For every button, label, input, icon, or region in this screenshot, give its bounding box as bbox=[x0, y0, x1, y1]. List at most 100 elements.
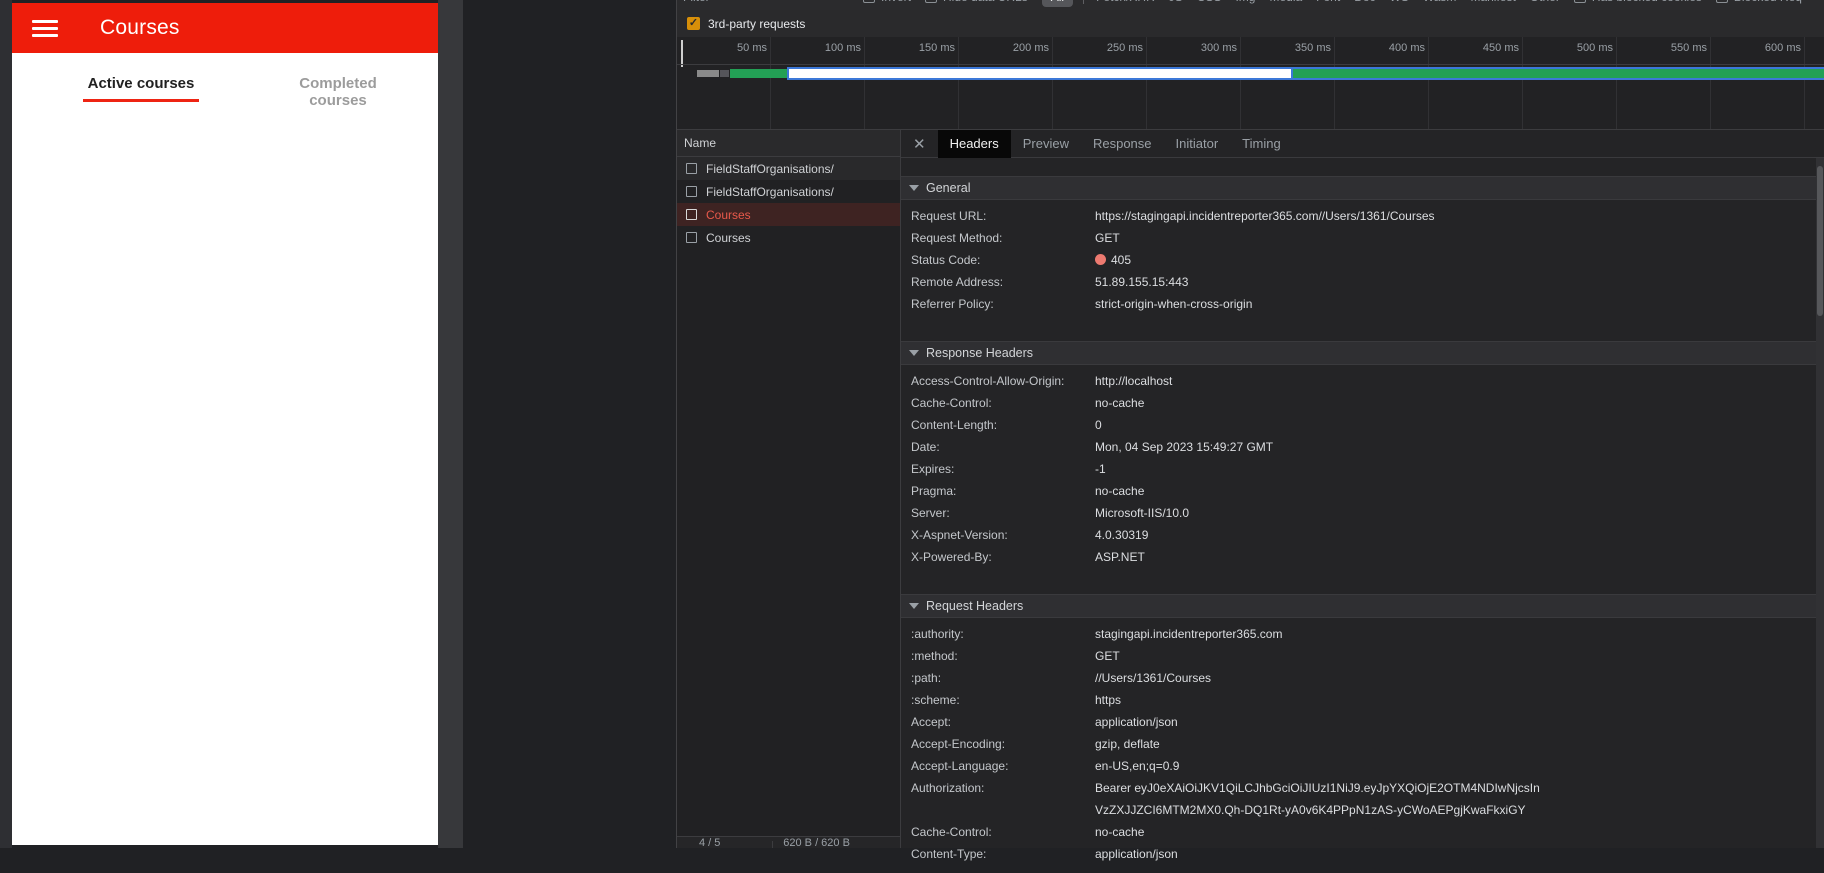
header-name: X-Aspnet-Version: bbox=[911, 528, 1008, 542]
app-header: Courses bbox=[12, 3, 438, 53]
tab-preview[interactable]: Preview bbox=[1011, 130, 1081, 158]
header-value: 405 bbox=[1095, 249, 1547, 271]
filter-type-manifest[interactable]: Manifest bbox=[1470, 0, 1515, 4]
header-name: Remote Address: bbox=[911, 275, 1004, 289]
tick-label: 250 ms bbox=[1106, 42, 1143, 54]
header-value: https bbox=[1095, 693, 1122, 707]
filter-type-wasm[interactable]: Wasm bbox=[1423, 0, 1457, 4]
waterfall-bar-gray bbox=[697, 70, 719, 77]
header-name: Status Code: bbox=[911, 253, 981, 267]
request-row[interactable]: FieldStaffOrganisations/ bbox=[677, 157, 900, 180]
header-row: :method: GET bbox=[901, 645, 1824, 667]
tab-headers[interactable]: Headers bbox=[937, 129, 1011, 158]
row-checkbox[interactable] bbox=[686, 232, 697, 243]
header-value: http://localhost bbox=[1095, 374, 1173, 388]
section-request-headers: Request Headers :authority: stagingapi.i… bbox=[901, 594, 1824, 873]
blocked-requests-label[interactable]: Blocked Req bbox=[1734, 0, 1802, 4]
tick-label: 150 ms bbox=[918, 42, 955, 54]
filter-type-ws[interactable]: WS bbox=[1390, 0, 1409, 4]
third-party-label[interactable]: 3rd-party requests bbox=[708, 17, 805, 31]
tab-timing[interactable]: Timing bbox=[1230, 130, 1293, 158]
header-name: Referrer Policy: bbox=[911, 297, 994, 311]
section-title: Response Headers bbox=[926, 346, 1034, 360]
blocked-requests-checkbox[interactable] bbox=[1715, 0, 1728, 3]
header-row: Accept: application/json bbox=[901, 711, 1824, 733]
row-checkbox[interactable] bbox=[686, 186, 697, 197]
header-value: strict-origin-when-cross-origin bbox=[1095, 297, 1253, 311]
header-name: Server: bbox=[911, 506, 950, 520]
invert-label[interactable]: Invert bbox=[881, 0, 911, 4]
filter-type-img[interactable]: Img bbox=[1235, 0, 1255, 4]
network-overview-timeline[interactable]: 50 ms 100 ms 150 ms 200 ms 250 ms 300 ms… bbox=[677, 37, 1824, 130]
filter-type-js[interactable]: JS bbox=[1169, 0, 1183, 4]
section-header[interactable]: Response Headers bbox=[901, 341, 1824, 365]
filter-type-other[interactable]: Other bbox=[1530, 0, 1560, 4]
has-blocked-cookies-checkbox[interactable] bbox=[1573, 0, 1586, 3]
tick-label: 450 ms bbox=[1482, 42, 1519, 54]
filter-type-font[interactable]: Font bbox=[1316, 0, 1340, 4]
header-value: Mon, 04 Sep 2023 15:49:27 GMT bbox=[1095, 440, 1274, 454]
status-error-dot-icon bbox=[1095, 254, 1106, 265]
header-value: gzip, deflate bbox=[1095, 737, 1160, 751]
details-scrollbar[interactable] bbox=[1816, 158, 1824, 848]
transferred-size: 620 B / 620 B transferred bbox=[783, 837, 850, 848]
filter-all-pill[interactable]: All bbox=[1041, 0, 1074, 7]
filter-type-media[interactable]: Media bbox=[1269, 0, 1302, 4]
header-name: Access-Control-Allow-Origin: bbox=[911, 374, 1065, 388]
tab-active-courses[interactable]: Active courses bbox=[83, 75, 199, 92]
header-name: :authority: bbox=[911, 627, 964, 641]
tab-completed-courses[interactable]: Completed courses bbox=[274, 75, 402, 109]
header-row: Status Code: 405 bbox=[901, 249, 1824, 271]
tab-response[interactable]: Response bbox=[1081, 130, 1164, 158]
request-row[interactable]: Courses bbox=[677, 226, 900, 249]
request-row-selected[interactable]: Courses bbox=[677, 203, 900, 226]
tick-label: 500 ms bbox=[1576, 42, 1613, 54]
tab-initiator[interactable]: Initiator bbox=[1164, 130, 1231, 158]
overview-start-tick bbox=[681, 40, 683, 67]
header-value: application/json bbox=[1095, 847, 1178, 861]
row-checkbox[interactable] bbox=[686, 163, 697, 174]
filter-type-doc[interactable]: Doc bbox=[1354, 0, 1375, 4]
filter-input[interactable]: Filter bbox=[683, 0, 863, 4]
header-value: 0 bbox=[1095, 418, 1102, 432]
header-row: Accept-Encoding: gzip, deflate bbox=[901, 733, 1824, 755]
header-row: Request Method: GET bbox=[901, 227, 1824, 249]
request-row[interactable]: FieldStaffOrganisations/ bbox=[677, 180, 900, 203]
hide-data-urls-label[interactable]: Hide data URLs bbox=[943, 0, 1028, 4]
header-name: :scheme: bbox=[911, 693, 960, 707]
request-name: FieldStaffOrganisations/ bbox=[706, 161, 834, 176]
header-row: Server: Microsoft-IIS/10.0 bbox=[901, 502, 1824, 524]
waterfall-bar-gray bbox=[720, 70, 729, 77]
header-row: Accept-Language: en-US,en;q=0.9 bbox=[901, 755, 1824, 777]
header-name: X-Powered-By: bbox=[911, 550, 992, 564]
row-checkbox[interactable] bbox=[686, 209, 697, 220]
chevron-down-icon bbox=[909, 350, 919, 356]
header-value: 4.0.30319 bbox=[1095, 528, 1149, 542]
devtools-network-panel: Filter Invert Hide data URLs All Fetch/X… bbox=[676, 0, 1824, 861]
section-header[interactable]: Request Headers bbox=[901, 594, 1824, 618]
chevron-down-icon bbox=[909, 185, 919, 191]
has-blocked-cookies-label[interactable]: Has blocked cookies bbox=[1592, 0, 1702, 4]
section-header[interactable]: General bbox=[901, 176, 1824, 200]
filter-type-fetch-xhr[interactable]: Fetch/XHR bbox=[1096, 0, 1155, 4]
filter-type-css[interactable]: CSS bbox=[1197, 0, 1222, 4]
request-name: Courses bbox=[706, 207, 751, 222]
header-name: Accept: bbox=[911, 715, 952, 729]
third-party-checkbox[interactable]: ✓ bbox=[687, 17, 700, 30]
hamburger-menu-icon[interactable] bbox=[32, 19, 58, 37]
invert-checkbox[interactable] bbox=[863, 0, 875, 3]
tick-label: 50 ms bbox=[737, 42, 767, 54]
name-column-header[interactable]: Name bbox=[677, 130, 900, 157]
header-value: no-cache bbox=[1095, 825, 1145, 839]
request-details-panel: ✕ Headers Preview Response Initiator Tim… bbox=[901, 129, 1824, 861]
scrollbar-thumb[interactable] bbox=[1817, 166, 1823, 316]
third-party-requests-row: ✓ 3rd-party requests bbox=[677, 10, 1824, 37]
header-value: https://stagingapi.incidentreporter365.c… bbox=[1095, 209, 1435, 223]
waterfall-bar-green bbox=[730, 69, 787, 78]
header-row: Content-Length: 0 bbox=[901, 414, 1824, 436]
close-icon[interactable]: ✕ bbox=[901, 135, 938, 153]
tick-label: 400 ms bbox=[1388, 42, 1425, 54]
requests-count: 4 / 5 requests bbox=[699, 837, 721, 848]
hide-data-urls-checkbox[interactable] bbox=[925, 0, 938, 3]
network-status-bar: 4 / 5 requests 620 B / 620 B transferred bbox=[677, 836, 900, 848]
